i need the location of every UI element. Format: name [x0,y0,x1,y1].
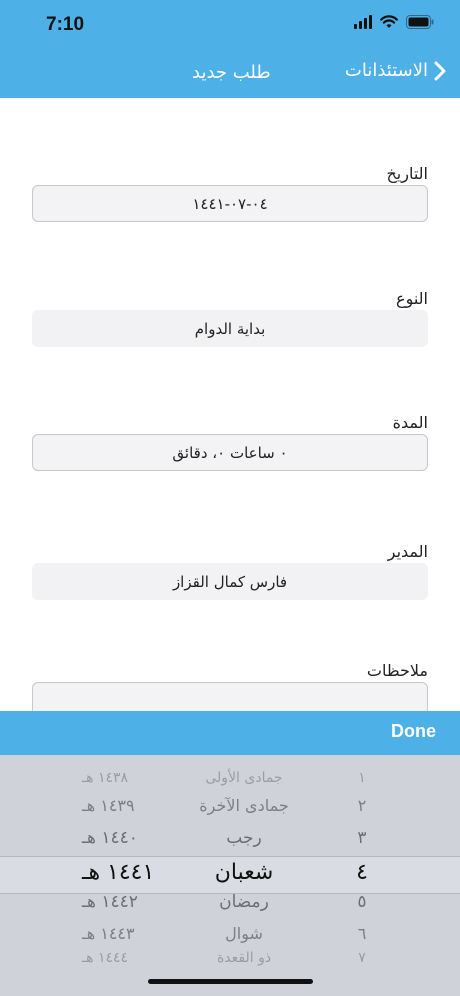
notes-label: ملاحظات [366,661,428,680]
picker-toolbar: Done [0,711,460,755]
duration-field[interactable]: ٠ ساعات ٠، دقائق [32,434,428,471]
picker-month-name: جمادى الأولى [205,770,283,786]
page-title: طلب جديد [192,62,271,83]
type-label: النوع [396,289,428,308]
status-icons [354,15,434,29]
date-field[interactable]: ٠٤-٠٧-١٤٤١ [32,185,428,222]
picker-year: ١٤٣٩ هـ [82,796,135,815]
picker-month-number: ٤ [356,860,368,885]
picker-month-name: شعبان [214,860,274,885]
picker-row[interactable]: ١٤٤٤ هـ ذو القعدة ٧ [0,950,460,980]
top-bar: 7:10 الاستئذانات طلب جديد [0,0,460,98]
back-button[interactable]: الاستئذانات [345,60,446,81]
picker-row[interactable]: ١٤٤٠ هـ رجب ٣ [0,828,460,858]
picker-month-number: ٧ [358,950,366,966]
picker-row[interactable]: ١٤٣٩ هـ جمادى الآخرة ٢ [0,796,460,826]
picker-month-number: ١ [358,770,366,786]
picker-year: ١٤٤٢ هـ [82,892,138,912]
type-field[interactable]: بداية الدوام [32,310,428,347]
picker-year: ١٤٣٨ هـ [82,770,129,786]
duration-label: المدة [392,413,428,432]
done-button[interactable]: Done [391,721,436,742]
battery-icon [406,15,434,29]
picker-year: ١٤٤١ هـ [82,860,155,885]
cellular-signal-icon [354,15,372,29]
picker-month-number: ٦ [357,924,367,943]
manager-label: المدير [387,542,428,561]
date-picker[interactable]: ١٤٣٨ هـ جمادى الأولى ١ ١٤٣٩ هـ جمادى الآخرة ٢… [0,755,460,996]
picker-month-name: ذو القعدة [216,950,272,966]
picker-month-number: ٥ [357,892,367,912]
chevron-right-icon [434,61,446,80]
date-label: التاريخ [386,164,428,183]
picker-row[interactable]: ١٤٤٢ هـ رمضان ٥ [0,892,460,922]
picker-month-name: رجب [226,828,262,848]
status-time: 7:10 [46,14,85,35]
picker-month-name: رمضان [219,892,269,912]
picker-month-name: شوال [225,924,263,943]
home-indicator [148,979,313,984]
picker-year: ١٤٤٠ هـ [82,828,138,848]
manager-field[interactable]: فارس كمال القزاز [32,563,428,600]
picker-month-number: ٣ [357,828,367,848]
picker-row[interactable]: ١٤٤١ هـ شعبان ٤ [0,860,460,890]
picker-year: ١٤٤٣ هـ [82,924,135,943]
back-button-label: الاستئذانات [344,60,428,81]
picker-month-number: ٢ [357,796,367,815]
wifi-icon [380,15,398,29]
picker-year: ١٤٤٤ هـ [82,950,129,966]
picker-month-name: جمادى الآخرة [199,796,289,815]
